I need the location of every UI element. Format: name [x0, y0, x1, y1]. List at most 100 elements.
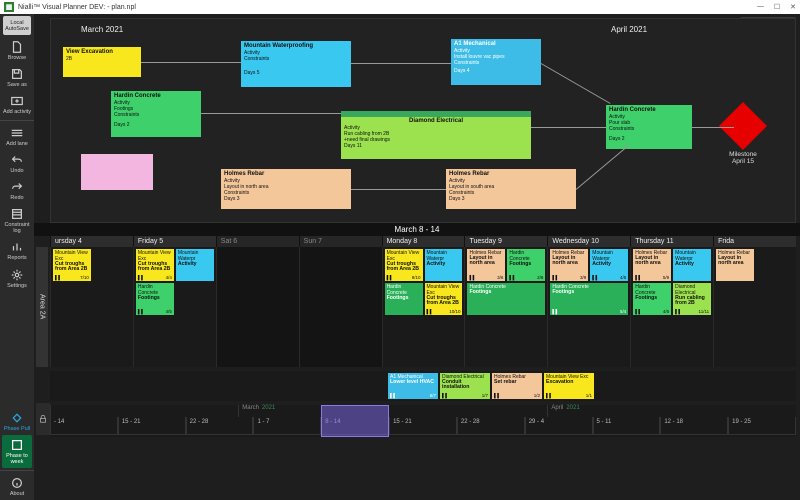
day-header[interactable]: ursday 4	[50, 236, 133, 247]
save-icon	[10, 67, 24, 81]
phase-pull-button[interactable]: Phase Pull	[2, 408, 32, 435]
card-hardin-1[interactable]: Hardin Concrete Activity Footings Constr…	[111, 91, 201, 137]
window-titlebar: ▦ Nialli™ Visual Planner DEV: - plan.npl…	[0, 0, 800, 14]
timeline-selection[interactable]	[321, 405, 389, 437]
constraint-icon	[10, 207, 24, 221]
left-toolbar: Local AutoSave Browse Save as Add activi…	[0, 14, 34, 500]
card-holmes-south[interactable]: Holmes Rebar Activity Layout in south ar…	[446, 169, 576, 209]
mini-card[interactable]: Mountain Waterpr Activity	[673, 249, 711, 281]
card-mountain-wp[interactable]: Mountain Waterproofing Activity Constrai…	[241, 41, 351, 87]
timeline-weeks: - 14 15 - 21 22 - 28 1 - 7 8 - 14 15 - 2…	[50, 417, 796, 435]
month-april: April 2021	[611, 25, 647, 34]
mini-card[interactable]: Mountain Waterpr Activity	[176, 249, 214, 281]
timeline-week[interactable]: 19 - 25	[728, 417, 796, 435]
save-as-button[interactable]: Save as	[2, 64, 32, 91]
milestone-label: Milestone April 15	[718, 151, 768, 165]
mini-card[interactable]: Mountain View Exc Cut troughs from Area …	[425, 283, 463, 315]
timeline-week[interactable]: 5 - 11	[593, 417, 661, 435]
timeline-week[interactable]: 12 - 18	[660, 417, 728, 435]
browse-button[interactable]: Browse	[2, 37, 32, 64]
mini-card[interactable]: Diamond Electrical Run cabling from 2B ▌…	[673, 283, 711, 315]
day-header[interactable]: Wednesday 10	[547, 236, 630, 247]
mini-card[interactable]: Holmes Rebar Layout in north area ▌▌3/6	[467, 249, 505, 281]
timeline-week[interactable]: 22 - 28	[457, 417, 525, 435]
reports-icon	[10, 240, 24, 254]
day-header[interactable]: Tuesday 9	[464, 236, 547, 247]
mini-card[interactable]: Diamond Electrical Conduit installation …	[440, 373, 490, 399]
timeline-week[interactable]: 15 - 21	[118, 417, 186, 435]
card-holmes-north[interactable]: Holmes Rebar Activity Layout in north ar…	[221, 169, 351, 209]
mini-card[interactable]: Holmes Rebar Set rebar ▌▌1/2	[492, 373, 542, 399]
phase-pull-icon	[10, 411, 24, 425]
mini-card[interactable]: Holmes Rebar Layout in north area ▌▌5/9	[633, 249, 671, 281]
constraint-log-button[interactable]: Constraint log	[2, 204, 32, 237]
week-grid[interactable]: Area 2A Mountain View Exc Cut troughs fr…	[50, 247, 796, 367]
day-col: Holmes Rebar Layout in north area ▌▌3/6 …	[464, 247, 547, 367]
about-button[interactable]: About	[2, 473, 32, 500]
add-lane-button[interactable]: Add lane	[2, 123, 32, 150]
month-march: March 2021	[81, 25, 123, 34]
phase-canvas[interactable]: Area 2A March 2021 April 2021 View Excav…	[50, 18, 796, 223]
card-pink[interactable]	[81, 154, 153, 190]
card-hardin-2[interactable]: Hardin Concrete Activity Pour slab Const…	[606, 105, 692, 149]
mini-card[interactable]: Hardin Concrete Footings ▌▌2/6	[507, 249, 545, 281]
mini-card[interactable]: Hardin Concrete Footings	[467, 283, 545, 315]
add-activity-button[interactable]: Add activity	[2, 91, 32, 118]
mini-card[interactable]: Holmes Rebar Layout in north area	[716, 249, 754, 281]
timeline[interactable]: March2021 April2021 - 14 15 - 21 22 - 28…	[50, 405, 796, 437]
day-header[interactable]: Monday 8	[382, 236, 465, 247]
timeline-week[interactable]: 1 - 7	[253, 417, 321, 435]
mini-card[interactable]: Mountain View Exc Cut troughs from Area …	[136, 249, 174, 281]
maximize-icon[interactable]: ☐	[774, 3, 780, 11]
mini-card[interactable]: Mountain View Exc Excavation ▌▌1/1	[544, 373, 594, 399]
card-a1-mechanical[interactable]: A1 Mechanical Activity Install louvre va…	[451, 39, 541, 85]
day-header-row: ursday 4 Friday 5 Sat 6 Sun 7 Monday 8 T…	[50, 236, 796, 247]
settings-button[interactable]: Settings	[2, 265, 32, 292]
mini-card[interactable]: Mountain Waterpr Activity	[425, 249, 463, 281]
mini-card[interactable]: Hardin Concrete Footings ▌▌4/5	[136, 283, 174, 315]
file-icon	[10, 40, 24, 54]
day-header[interactable]: Sat 6	[216, 236, 299, 247]
lock-icon	[38, 414, 48, 424]
mini-card[interactable]: Hardin Concrete Footings ▌▌4/6	[633, 283, 671, 315]
close-icon[interactable]: ✕	[790, 3, 796, 11]
milestone-diamond[interactable]	[719, 102, 767, 150]
day-col: Holmes Rebar Layout in north area ▌▌5/9 …	[630, 247, 713, 367]
day-header[interactable]: Sun 7	[299, 236, 382, 247]
window-controls: — ☐ ✕	[757, 3, 796, 11]
mini-card[interactable]: Mountain View Exc Cut troughs from Area …	[53, 249, 91, 281]
redo-button[interactable]: Redo	[2, 177, 32, 204]
day-header[interactable]: Friday 5	[133, 236, 216, 247]
phase-to-week-icon	[10, 438, 24, 452]
mini-card[interactable]: Mountain View Exc Cut troughs from Area …	[385, 249, 423, 281]
swimlane[interactable]: A1 Mechanical Lower level HVAC ▌▌6/7 Dia…	[50, 371, 796, 401]
grid-lane-label: Area 2A	[36, 247, 48, 367]
card-view-excavation[interactable]: View Excavation 2B	[63, 47, 141, 77]
reports-button[interactable]: Reports	[2, 237, 32, 264]
mini-card[interactable]: Holmes Rebar Layout in north area ▌▌3/9	[550, 249, 588, 281]
day-col: Holmes Rebar Layout in north area ▌▌3/9 …	[547, 247, 630, 367]
undo-icon	[10, 153, 24, 167]
timeline-week[interactable]: 15 - 21	[389, 417, 457, 435]
timeline-week[interactable]: - 14	[50, 417, 118, 435]
day-header[interactable]: Frida	[713, 236, 796, 247]
lock-button[interactable]	[36, 403, 50, 435]
undo-button[interactable]: Undo	[2, 150, 32, 177]
mini-card[interactable]: Mountain Waterpr Activity ▌▌4/5	[590, 249, 628, 281]
timeline-week[interactable]: 29 - 4	[525, 417, 593, 435]
mini-card[interactable]: Hardin Concrete Footings ▌▌5/4	[550, 283, 628, 315]
timeline-months: March2021 April2021	[50, 405, 796, 417]
autosave-label: Local AutoSave	[3, 20, 31, 32]
mini-card[interactable]: A1 Mechanical Lower level HVAC ▌▌6/7	[388, 373, 438, 399]
autosave-button[interactable]: Local AutoSave	[3, 16, 31, 35]
day-col-weekend	[216, 247, 299, 367]
app-logo-icon: ▦	[4, 2, 14, 12]
card-diamond[interactable]: Diamond Electrical Activity Run cabling …	[341, 111, 531, 159]
timeline-week[interactable]: 22 - 28	[186, 417, 254, 435]
separator	[0, 470, 34, 471]
phase-to-week-button[interactable]: Phase to week	[2, 435, 32, 468]
mini-card[interactable]: Hardin Concrete Footings	[385, 283, 423, 315]
day-header[interactable]: Thursday 11	[630, 236, 713, 247]
minimize-icon[interactable]: —	[757, 3, 764, 11]
week-title: March 8 - 14	[34, 223, 800, 236]
